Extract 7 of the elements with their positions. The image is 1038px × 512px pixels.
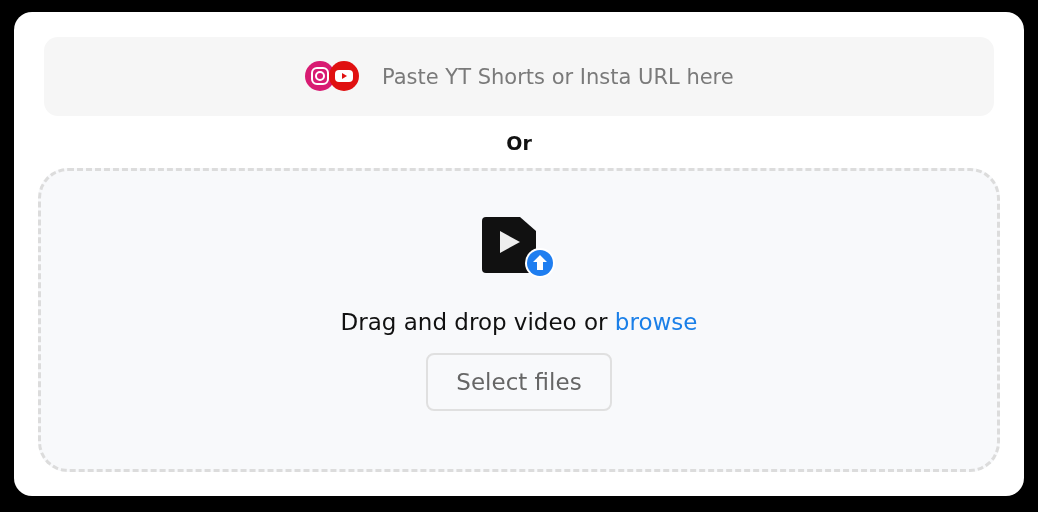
dropzone[interactable]: Drag and drop video or browse Select files	[38, 168, 1000, 472]
drop-instructions: Drag and drop video or browse	[340, 309, 698, 335]
browse-link[interactable]: browse	[614, 309, 698, 335]
or-separator: Or	[506, 132, 532, 154]
url-field[interactable]: Paste YT Shorts or Insta URL here	[44, 37, 994, 116]
play-badge-icon	[328, 60, 360, 92]
select-files-button[interactable]: Select files	[426, 353, 612, 411]
